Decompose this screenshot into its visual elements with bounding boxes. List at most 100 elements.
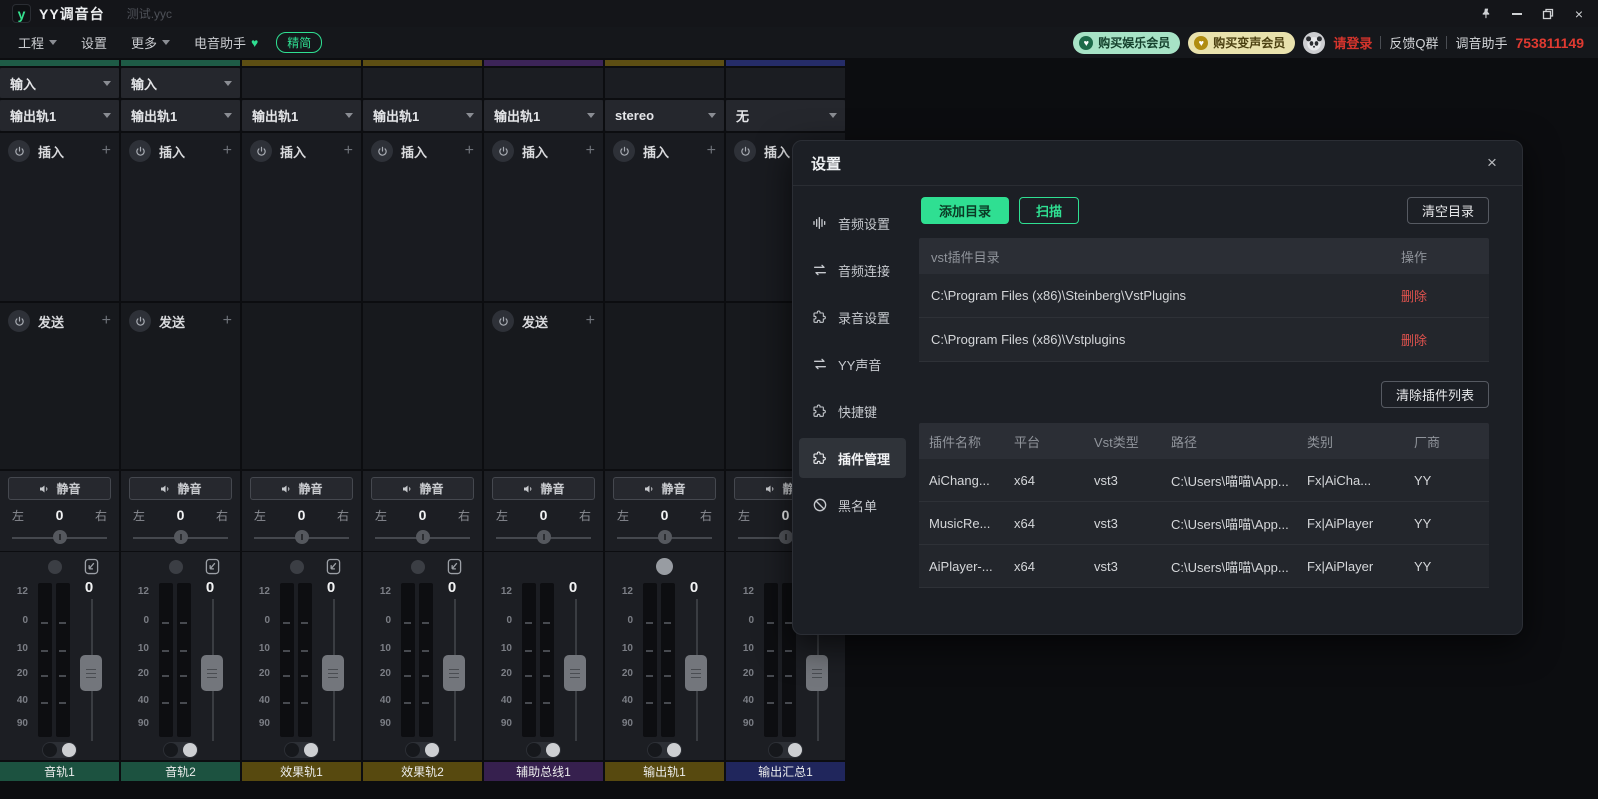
pan-slider-handle[interactable]: [416, 530, 430, 544]
add-insert-button[interactable]: +: [707, 142, 716, 160]
add-send-button[interactable]: +: [102, 312, 111, 330]
mute-button[interactable]: 静音: [8, 477, 111, 500]
input-select[interactable]: [726, 68, 845, 98]
mute-button[interactable]: 静音: [613, 477, 716, 500]
output-select[interactable]: 输出轨1: [484, 100, 603, 131]
pan-slider-handle[interactable]: [53, 530, 67, 544]
delete-link[interactable]: 删除: [1339, 330, 1489, 349]
pan-slider-handle[interactable]: [295, 530, 309, 544]
insert-power-button[interactable]: [613, 140, 635, 162]
buy-voice-member-button[interactable]: ♥ 购买变声会员: [1188, 32, 1295, 54]
send-power-button[interactable]: [8, 310, 30, 332]
mute-button[interactable]: 静音: [129, 477, 232, 500]
insert-power-button[interactable]: [492, 140, 514, 162]
mute-button[interactable]: 静音: [250, 477, 353, 500]
menu-voice-assistant[interactable]: 电音助手♥: [186, 29, 266, 56]
sidebar-item-audio-settings[interactable]: 音频设置: [799, 203, 906, 243]
channel-name-tab[interactable]: 音轨1: [0, 762, 119, 781]
add-insert-button[interactable]: +: [223, 142, 232, 160]
channel-name-tab[interactable]: 效果轨1: [242, 762, 361, 781]
input-select[interactable]: [605, 68, 724, 98]
output-select[interactable]: 输出轨1: [0, 100, 119, 131]
clear-plugin-list-button[interactable]: 清除插件列表: [1381, 381, 1489, 408]
mute-button[interactable]: 静音: [492, 477, 595, 500]
sidebar-item-audio-connection[interactable]: 音频连接: [799, 250, 906, 290]
add-insert-button[interactable]: +: [102, 142, 111, 160]
input-select[interactable]: [363, 68, 482, 98]
pan-slider-handle[interactable]: [174, 530, 188, 544]
menu-more[interactable]: 更多: [123, 29, 178, 56]
pan-slider-handle[interactable]: [658, 530, 672, 544]
pan-value: 0: [274, 507, 329, 523]
insert-power-button[interactable]: [371, 140, 393, 162]
add-send-button[interactable]: +: [223, 312, 232, 330]
simple-mode-badge[interactable]: 精简: [276, 32, 322, 53]
clear-directories-button[interactable]: 清空目录: [1407, 197, 1489, 224]
fader-handle[interactable]: [80, 655, 102, 691]
pin-icon[interactable]: [1475, 5, 1497, 23]
input-select[interactable]: 输入: [121, 68, 240, 98]
channel-toggle[interactable]: [163, 742, 198, 758]
channel-name-tab[interactable]: 音轨2: [121, 762, 240, 781]
channel-toggle[interactable]: [42, 742, 77, 758]
sidebar-item-plugin-management[interactable]: 插件管理: [799, 438, 906, 478]
fader-handle[interactable]: [322, 655, 344, 691]
channel-toggle[interactable]: [768, 742, 803, 758]
input-select[interactable]: [484, 68, 603, 98]
restore-button[interactable]: [1537, 5, 1559, 23]
channel-name-tab[interactable]: 输出轨1: [605, 762, 724, 781]
add-insert-button[interactable]: +: [586, 142, 595, 160]
output-select[interactable]: 无: [726, 100, 845, 131]
sidebar-item-recording-settings[interactable]: 录音设置: [799, 297, 906, 337]
delete-link[interactable]: 删除: [1339, 286, 1489, 305]
automation-icon[interactable]: [447, 558, 462, 578]
channel-toggle[interactable]: [284, 742, 319, 758]
channel-toggle[interactable]: [647, 742, 682, 758]
panda-avatar[interactable]: [1303, 32, 1325, 54]
insert-power-button[interactable]: [129, 140, 151, 162]
add-insert-button[interactable]: +: [344, 142, 353, 160]
channel-name-tab[interactable]: 辅助总线1: [484, 762, 603, 781]
login-link[interactable]: 请登录: [1333, 33, 1372, 52]
fader-handle[interactable]: [564, 655, 586, 691]
menu-settings[interactable]: 设置: [73, 29, 115, 56]
add-directory-button[interactable]: 添加目录: [921, 197, 1009, 224]
close-button[interactable]: ×: [1568, 5, 1590, 23]
insert-power-button[interactable]: [8, 140, 30, 162]
input-select[interactable]: [242, 68, 361, 98]
output-select[interactable]: 输出轨1: [121, 100, 240, 131]
insert-power-button[interactable]: [250, 140, 272, 162]
scan-button[interactable]: 扫描: [1019, 197, 1079, 224]
insert-power-button[interactable]: [734, 140, 756, 162]
add-send-button[interactable]: +: [586, 312, 595, 330]
output-select[interactable]: stereo: [605, 100, 724, 131]
channel-name-tab[interactable]: 效果轨2: [363, 762, 482, 781]
automation-icon[interactable]: [326, 558, 341, 578]
add-insert-button[interactable]: +: [465, 142, 474, 160]
channel-toggle[interactable]: [405, 742, 440, 758]
pan-slider-handle[interactable]: [779, 530, 793, 544]
automation-icon[interactable]: [84, 558, 99, 578]
channel-toggle[interactable]: [526, 742, 561, 758]
fader-handle[interactable]: [806, 655, 828, 691]
input-select[interactable]: 输入: [0, 68, 119, 98]
menu-project[interactable]: 工程: [10, 29, 65, 56]
fader-handle[interactable]: [685, 655, 707, 691]
mute-button[interactable]: 静音: [371, 477, 474, 500]
sidebar-item-blacklist[interactable]: 黑名单: [799, 485, 906, 525]
feedback-qq-link[interactable]: 反馈Q群: [1389, 33, 1438, 52]
automation-icon[interactable]: [205, 558, 220, 578]
pan-slider-handle[interactable]: [537, 530, 551, 544]
send-power-button[interactable]: [129, 310, 151, 332]
channel-name-tab[interactable]: 输出汇总1: [726, 762, 845, 781]
fader-handle[interactable]: [201, 655, 223, 691]
fader-handle[interactable]: [443, 655, 465, 691]
dialog-close-button[interactable]: ×: [1480, 153, 1504, 173]
sidebar-item-hotkeys[interactable]: 快捷键: [799, 391, 906, 431]
send-power-button[interactable]: [492, 310, 514, 332]
output-select[interactable]: 输出轨1: [242, 100, 361, 131]
output-select[interactable]: 输出轨1: [363, 100, 482, 131]
minimize-button[interactable]: [1506, 5, 1528, 23]
buy-entertainment-member-button[interactable]: ♥ 购买娱乐会员: [1073, 32, 1180, 54]
sidebar-item-yy-sound[interactable]: YY声音: [799, 344, 906, 384]
